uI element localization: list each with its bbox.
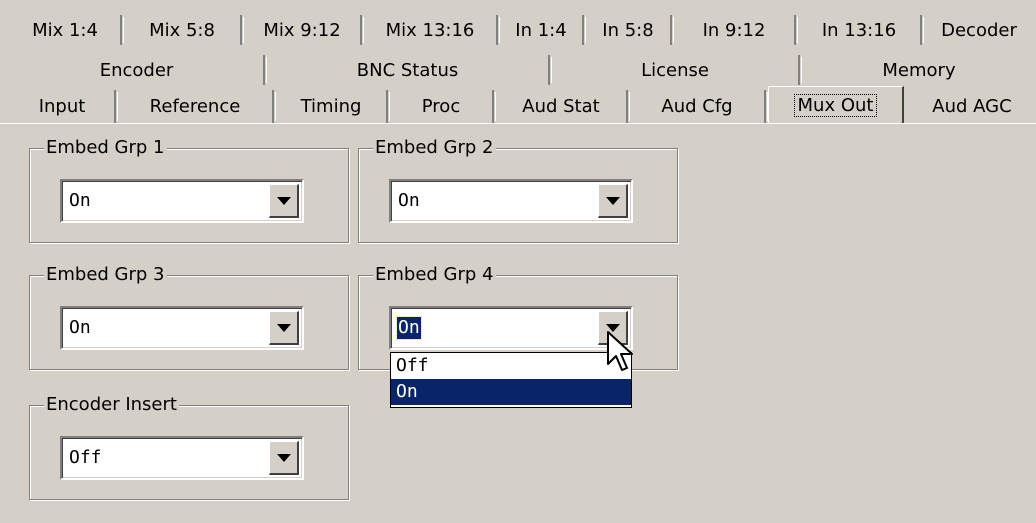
dropdown-button[interactable] (269, 311, 299, 345)
tab-aud-agc[interactable]: Aud AGC (908, 90, 1036, 123)
group-label: Embed Grp 4 (373, 264, 496, 286)
tab-label: Timing (300, 96, 362, 117)
tab-aud-stat[interactable]: Aud Stat (496, 90, 630, 123)
mouse-pointer-icon (607, 331, 633, 371)
tab-mix-5-8[interactable]: Mix 5:8 (124, 15, 244, 45)
tab-label: Decoder (941, 19, 1017, 41)
tab-label: Memory (882, 59, 956, 81)
embed-grp-4-dropdown-list: Off On (390, 352, 632, 408)
select-value: On (396, 316, 422, 340)
chevron-down-icon (605, 196, 620, 205)
tab-label: Aud Cfg (661, 96, 733, 117)
dropdown-button[interactable] (269, 441, 299, 475)
tab-panel-border (0, 123, 1036, 126)
embed-grp-4-select[interactable]: On (389, 306, 633, 350)
chevron-down-icon (276, 453, 291, 462)
group-embed-grp-1: Embed Grp 1 On (29, 137, 349, 243)
dropdown-option-on[interactable]: On (391, 379, 631, 405)
tab-license[interactable]: License (552, 55, 802, 85)
tab-label: Mix 9:12 (263, 19, 341, 41)
tab-label: Mix 13:16 (385, 19, 475, 41)
tab-label: BNC Status (356, 59, 459, 81)
tab-input[interactable]: Input (10, 90, 118, 123)
tab-row-1: Mix 1:4 Mix 5:8 Mix 9:12 Mix 13:16 In 1:… (10, 15, 1036, 45)
tab-decoder[interactable]: Decoder (924, 15, 1034, 45)
tab-label: Mux Out (793, 93, 878, 117)
dropdown-option-off[interactable]: Off (391, 353, 631, 379)
dropdown-button[interactable] (598, 184, 628, 218)
tab-proc[interactable]: Proc (390, 90, 496, 123)
tab-label: Mix 5:8 (149, 19, 215, 41)
tab-mux-out[interactable]: Mux Out (768, 86, 904, 123)
tab-memory[interactable]: Memory (802, 55, 1036, 85)
tab-label: Encoder (99, 59, 174, 81)
tab-bnc-status[interactable]: BNC Status (267, 55, 552, 85)
tab-mix-1-4[interactable]: Mix 1:4 (10, 15, 124, 45)
tab-label: Reference (149, 96, 241, 117)
chevron-down-icon (276, 323, 291, 332)
tab-in-1-4[interactable]: In 1:4 (500, 15, 586, 45)
group-embed-grp-2: Embed Grp 2 On (358, 137, 678, 243)
select-value: On (398, 190, 420, 211)
tab-label: Proc (421, 96, 461, 117)
tab-in-9-12[interactable]: In 9:12 (674, 15, 798, 45)
tab-aud-cfg[interactable]: Aud Cfg (630, 90, 768, 123)
tab-label: In 1:4 (515, 19, 567, 41)
chevron-down-icon (276, 196, 291, 205)
encoder-insert-select[interactable]: Off (60, 436, 304, 480)
select-value: Off (69, 447, 102, 468)
group-embed-grp-3: Embed Grp 3 On (29, 264, 349, 370)
tab-reference[interactable]: Reference (118, 90, 276, 123)
tab-row-3: Input Reference Timing Proc Aud Stat Aud… (10, 86, 1036, 123)
tab-mix-9-12[interactable]: Mix 9:12 (244, 15, 364, 45)
tab-timing[interactable]: Timing (276, 90, 390, 123)
group-label: Embed Grp 1 (44, 137, 167, 159)
embed-grp-1-select[interactable]: On (60, 179, 304, 223)
tab-label: Input (38, 96, 86, 117)
tab-row-2: Encoder BNC Status License Memory (10, 55, 1036, 85)
tab-label: In 13:16 (821, 19, 897, 41)
group-label: Encoder Insert (44, 394, 179, 416)
group-label: Embed Grp 3 (44, 264, 167, 286)
tab-in-5-8[interactable]: In 5:8 (586, 15, 674, 45)
tab-label: Aud Stat (522, 96, 600, 117)
dropdown-button[interactable] (269, 184, 299, 218)
tab-in-13-16[interactable]: In 13:16 (798, 15, 924, 45)
select-value: On (69, 190, 91, 211)
group-label: Embed Grp 2 (373, 137, 496, 159)
tab-label: In 9:12 (702, 19, 766, 41)
embed-grp-2-select[interactable]: On (389, 179, 633, 223)
group-encoder-insert: Encoder Insert Off (29, 394, 349, 500)
select-value: On (69, 317, 91, 338)
tab-label: Mix 1:4 (32, 19, 98, 41)
embed-grp-3-select[interactable]: On (60, 306, 304, 350)
tab-label: Aud AGC (932, 96, 1012, 117)
tab-encoder[interactable]: Encoder (10, 55, 267, 85)
tab-label: In 5:8 (602, 19, 654, 41)
tab-mix-13-16[interactable]: Mix 13:16 (364, 15, 500, 45)
tab-label: License (641, 59, 709, 81)
